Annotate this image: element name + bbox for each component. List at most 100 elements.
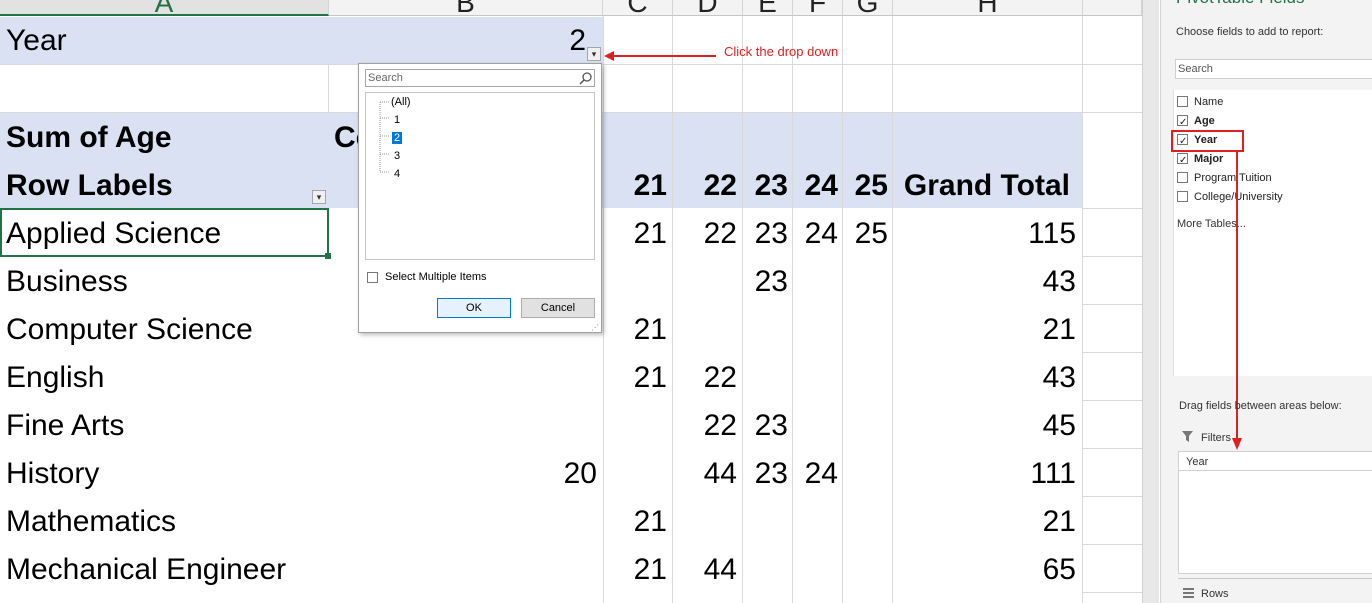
col-header-24: 24	[804, 169, 838, 202]
value-cell-total[interactable]: 21	[893, 306, 1076, 354]
value-cell-total[interactable]: 43	[893, 258, 1076, 306]
value-cell-v22[interactable]: 44	[673, 450, 737, 498]
field-label: Name	[1194, 96, 1224, 108]
worksheet[interactable]: A B C D E F G H Year 2 ▾ Sum of Age Co R…	[0, 0, 1142, 603]
resize-grip-icon[interactable]: ⋰	[591, 323, 599, 332]
value-cell-total[interactable]: 43	[893, 354, 1076, 402]
field-item-age[interactable]: Age	[1177, 112, 1215, 132]
value-cell-total[interactable]: 45	[893, 402, 1076, 450]
ok-button[interactable]: OK	[437, 298, 511, 318]
column-header-e[interactable]: E	[743, 0, 793, 17]
gridline	[792, 16, 793, 603]
gridline	[1083, 448, 1142, 449]
row-label[interactable]: Fine Arts	[6, 402, 124, 450]
value-cell-v24[interactable]: 24	[793, 450, 838, 498]
value-cell-v23[interactable]: 23	[743, 210, 788, 258]
column-header-h[interactable]: H	[893, 0, 1083, 17]
value-cell-total[interactable]: 111	[893, 450, 1076, 498]
gridline	[1083, 592, 1142, 593]
column-header-blank[interactable]	[1083, 0, 1142, 16]
field-checkbox[interactable]	[1177, 95, 1188, 107]
row-labels-header: Row Labels	[6, 169, 173, 202]
filter-field-label[interactable]: Year	[6, 17, 67, 65]
value-cell-v23[interactable]: 23	[743, 402, 788, 450]
dropdown-search-input[interactable]: Search	[365, 69, 595, 87]
col-header-22: 22	[703, 169, 737, 202]
tree-lines	[379, 101, 390, 173]
row-label[interactable]: Mechanical Engineer	[6, 546, 286, 594]
vertical-scrollbar[interactable]	[1142, 0, 1159, 603]
row-label[interactable]: Applied Science	[6, 210, 221, 258]
column-header-f[interactable]: F	[793, 0, 843, 17]
value-cell-total[interactable]: 65	[893, 546, 1076, 594]
value-cell-v22[interactable]: 44	[673, 546, 737, 594]
filters-area-item-year[interactable]: Year	[1186, 456, 1208, 468]
value-cell-b[interactable]: 20	[329, 450, 597, 498]
annotation-arrow	[604, 51, 716, 61]
tree-item-3[interactable]: 3	[394, 149, 400, 163]
column-header-c[interactable]: C	[603, 0, 673, 17]
gridline	[842, 16, 843, 603]
rows-area-label: Rows	[1201, 588, 1229, 600]
drag-fields-label: Drag fields between areas below:	[1179, 400, 1342, 412]
tree-item-1[interactable]: 1	[394, 113, 400, 127]
field-item-major[interactable]: Major	[1177, 150, 1224, 170]
filter-row-band	[0, 17, 603, 64]
filter-dropdown-button[interactable]: ▾	[587, 47, 601, 61]
field-search-input[interactable]: Search	[1175, 59, 1372, 79]
value-cell-v21[interactable]: 21	[603, 546, 667, 594]
filter-value[interactable]: 2	[540, 17, 586, 65]
column-header-b[interactable]: B	[329, 0, 603, 17]
column-header-d[interactable]: D	[673, 0, 743, 17]
value-cell-v23[interactable]: 23	[743, 258, 788, 306]
field-item-name[interactable]: Name	[1177, 93, 1223, 112]
field-checkbox[interactable]	[1177, 151, 1188, 170]
value-cell-total[interactable]: 115	[893, 210, 1076, 258]
value-cell-v23[interactable]: 23	[743, 450, 788, 498]
annotation-text: Click the drop down	[724, 44, 839, 59]
gridline	[1082, 16, 1083, 603]
tree-item-2[interactable]: 2	[392, 131, 403, 145]
field-checkbox[interactable]	[1177, 171, 1188, 183]
tree-item-all[interactable]: (All)	[391, 95, 411, 109]
filters-area[interactable]: Year	[1178, 451, 1372, 574]
filter-dropdown-popup[interactable]: Search (All) 1 2 3 4 Select Multiple Ite…	[358, 63, 602, 333]
row-label[interactable]: Business	[6, 258, 128, 306]
row-label[interactable]: History	[6, 450, 99, 498]
value-cell-total[interactable]: 21	[893, 498, 1076, 546]
column-header-g[interactable]: G	[843, 0, 893, 17]
column-header-a[interactable]: A	[0, 0, 329, 17]
divider	[1178, 578, 1372, 579]
fill-handle[interactable]	[325, 253, 331, 259]
select-multiple-checkbox[interactable]	[367, 272, 378, 283]
value-cell-v21[interactable]: 21	[603, 210, 667, 258]
value-cell-v22[interactable]: 22	[673, 210, 737, 258]
value-cell-v25[interactable]: 25	[843, 210, 888, 258]
gridline	[1083, 208, 1142, 209]
divider	[1179, 470, 1372, 471]
field-label: Major	[1194, 153, 1224, 165]
value-cell-v21[interactable]: 21	[603, 354, 667, 402]
field-checkbox[interactable]	[1177, 113, 1188, 132]
row-label[interactable]: English	[6, 354, 104, 402]
cancel-button[interactable]: Cancel	[521, 298, 595, 318]
gridline	[1083, 304, 1142, 305]
search-icon	[579, 72, 592, 85]
field-checkbox[interactable]	[1177, 190, 1188, 202]
value-cell-v22[interactable]: 22	[673, 354, 737, 402]
row-labels-filter-button[interactable]: ▾	[312, 190, 326, 204]
row-label[interactable]: Computer Science	[6, 306, 253, 354]
year-field-highlight	[1171, 130, 1244, 152]
value-cell-v21[interactable]: 21	[603, 498, 667, 546]
gridline	[1083, 400, 1142, 401]
choose-fields-label: Choose fields to add to report:	[1176, 26, 1324, 38]
value-cell-v24[interactable]: 24	[793, 210, 838, 258]
sum-of-age-label: Sum of Age	[6, 121, 172, 154]
gridline	[1083, 544, 1142, 545]
tree-item-4[interactable]: 4	[394, 167, 400, 181]
row-label[interactable]: Mathematics	[6, 498, 176, 546]
dropdown-tree[interactable]: (All) 1 2 3 4	[365, 92, 595, 260]
value-cell-v21[interactable]: 21	[603, 306, 667, 354]
chevron-down-icon: ▾	[316, 192, 322, 202]
value-cell-v22[interactable]: 22	[673, 402, 737, 450]
